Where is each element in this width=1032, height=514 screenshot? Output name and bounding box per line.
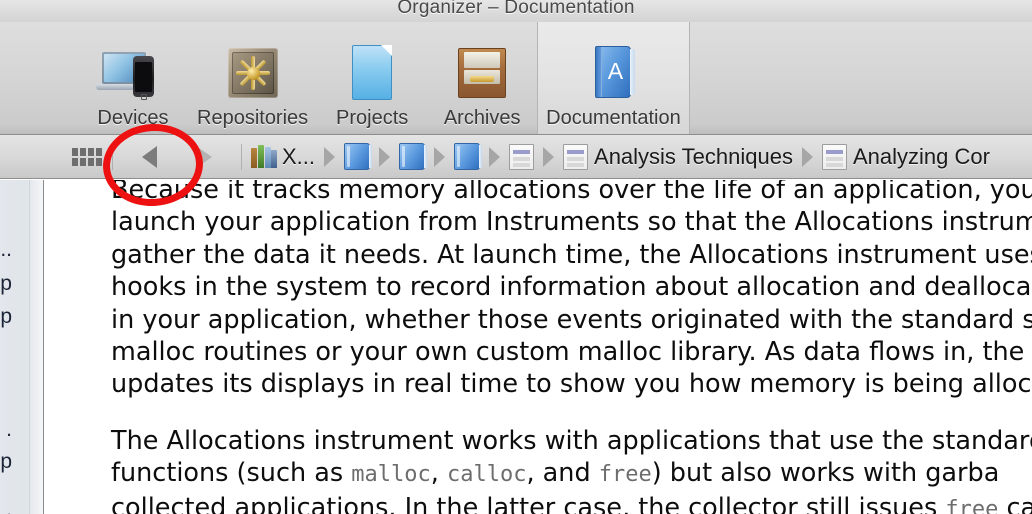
paragraph-1-line-3: gather the data it needs. At launch time… bbox=[111, 239, 1032, 270]
devices-icon bbox=[96, 40, 166, 104]
navbar-divider-2 bbox=[241, 143, 242, 170]
forward-button[interactable] bbox=[177, 142, 233, 172]
breadcrumb-item-analyzing[interactable]: Analyzing Cor bbox=[821, 143, 990, 170]
sidebar-item-4[interactable]: elp bbox=[0, 450, 12, 474]
chevron-right-icon bbox=[801, 146, 813, 167]
tab-projects-label: Projects bbox=[336, 107, 409, 129]
navbar-divider-1 bbox=[112, 143, 113, 170]
paragraph-2-line-3: collected applications. In the latter ca… bbox=[111, 492, 1032, 514]
window-titlebar[interactable]: Organizer – Documentation bbox=[0, 0, 1032, 22]
paragraph-1-line-1: Because it tracks memory allocations ove… bbox=[111, 180, 1032, 205]
chevron-right-icon bbox=[324, 146, 336, 167]
document-page-icon bbox=[821, 143, 847, 170]
paragraph-2-line-3-text-b: ca bbox=[1006, 492, 1032, 514]
paragraph-2: The Allocations instrument works with ap… bbox=[111, 425, 1032, 514]
paragraph-2-line-2-text-b: , bbox=[430, 458, 447, 489]
documentation-sidebar[interactable]: .. lp p . elp . bbox=[0, 180, 44, 514]
breadcrumb-label-xcode: X... bbox=[282, 143, 316, 169]
sidebar-item-3[interactable]: . bbox=[6, 418, 12, 442]
tab-repositories[interactable]: Repositories bbox=[188, 22, 317, 134]
tab-projects[interactable]: Projects bbox=[317, 22, 427, 134]
code-free-1: free bbox=[598, 462, 652, 488]
chevron-right-icon bbox=[543, 146, 555, 167]
tab-devices[interactable]: Devices bbox=[78, 22, 188, 134]
chevron-right-icon bbox=[434, 146, 446, 167]
paragraph-1: Because it tracks memory allocations ove… bbox=[111, 180, 1032, 401]
paragraph-2-line-3-text-a: collected applications. In the latter ca… bbox=[111, 492, 946, 514]
bookshelf-icon bbox=[250, 144, 277, 170]
sidebar-item-1[interactable]: lp bbox=[0, 272, 12, 296]
tab-devices-label: Devices bbox=[97, 107, 169, 129]
breadcrumb-item-book-2[interactable] bbox=[399, 143, 428, 170]
paragraph-2-line-2-text-a: functions (such as bbox=[111, 458, 352, 489]
back-arrow-icon bbox=[141, 145, 157, 168]
sidebar-item-5[interactable]: . bbox=[6, 498, 12, 514]
paragraph-2-line-1: The Allocations instrument works with ap… bbox=[111, 425, 1032, 456]
tab-archives-label: Archives bbox=[443, 107, 521, 129]
repositories-icon bbox=[220, 40, 286, 104]
forward-arrow-icon bbox=[198, 147, 212, 166]
blue-book-icon bbox=[344, 143, 373, 170]
tab-archives[interactable]: Archives bbox=[427, 22, 537, 134]
grid-view-icon[interactable] bbox=[70, 146, 104, 168]
paragraph-1-line-6: malloc routines or your own custom mallo… bbox=[111, 337, 1032, 368]
code-malloc: malloc bbox=[351, 462, 431, 488]
tab-documentation[interactable]: A Documentation bbox=[537, 22, 690, 134]
paragraph-1-line-2: launch your application from Instruments… bbox=[111, 207, 1032, 238]
breadcrumb-item-page-1[interactable] bbox=[509, 143, 535, 170]
tab-repositories-label: Repositories bbox=[197, 107, 309, 129]
code-free-2: free bbox=[945, 496, 999, 514]
breadcrumb-item-book-3[interactable] bbox=[454, 143, 483, 170]
document-page-icon bbox=[509, 143, 535, 170]
breadcrumb-item-book-1[interactable] bbox=[344, 143, 373, 170]
sidebar-item-0[interactable]: .. bbox=[0, 238, 12, 262]
breadcrumb-label-analysis-techniques: Analysis Techniques bbox=[594, 143, 793, 169]
paragraph-2-line-2-text-d: ) but also works with garba bbox=[651, 458, 1000, 489]
chevron-right-icon bbox=[489, 146, 501, 167]
paragraph-1-line-7: updates its displays in real time to sho… bbox=[111, 369, 1032, 400]
breadcrumb-item-xcode[interactable]: X... bbox=[250, 144, 315, 170]
projects-icon bbox=[339, 40, 405, 104]
archives-icon bbox=[449, 40, 515, 104]
documentation-content[interactable]: Because it tracks memory allocations ove… bbox=[45, 180, 1032, 514]
breadcrumb-item-analysis-techniques[interactable]: Analysis Techniques bbox=[563, 143, 793, 170]
paragraph-2-line-2: functions (such as malloc, calloc, and f… bbox=[111, 457, 1032, 491]
navigation-arrows bbox=[121, 142, 233, 172]
organizer-toolbar: Devices Repositories Projects Archives A… bbox=[0, 22, 1032, 135]
blue-book-icon bbox=[399, 143, 428, 170]
organizer-tabstrip: Devices Repositories Projects Archives A… bbox=[78, 22, 690, 134]
paragraph-1-line-5: in your application, whether those event… bbox=[111, 304, 1032, 335]
breadcrumb-label-analyzing: Analyzing Cor bbox=[852, 143, 990, 169]
document-page-icon bbox=[563, 143, 589, 170]
breadcrumb-navbar: X... Analysis Techniques Analyzing Cor bbox=[0, 135, 1032, 179]
tab-documentation-label: Documentation bbox=[546, 107, 681, 129]
blue-book-icon bbox=[454, 143, 483, 170]
code-calloc: calloc bbox=[446, 462, 527, 488]
sidebar-inner-divider bbox=[29, 180, 30, 514]
paragraph-2-line-2-text-c: , and bbox=[526, 458, 599, 489]
documentation-icon: A bbox=[580, 40, 646, 104]
paragraph-1-line-4: hooks in the system to record informatio… bbox=[111, 272, 1032, 303]
window-title: Organizer – Documentation bbox=[397, 0, 635, 18]
back-button[interactable] bbox=[121, 142, 177, 172]
sidebar-item-2[interactable]: p bbox=[0, 305, 12, 329]
chevron-right-icon bbox=[379, 146, 391, 167]
